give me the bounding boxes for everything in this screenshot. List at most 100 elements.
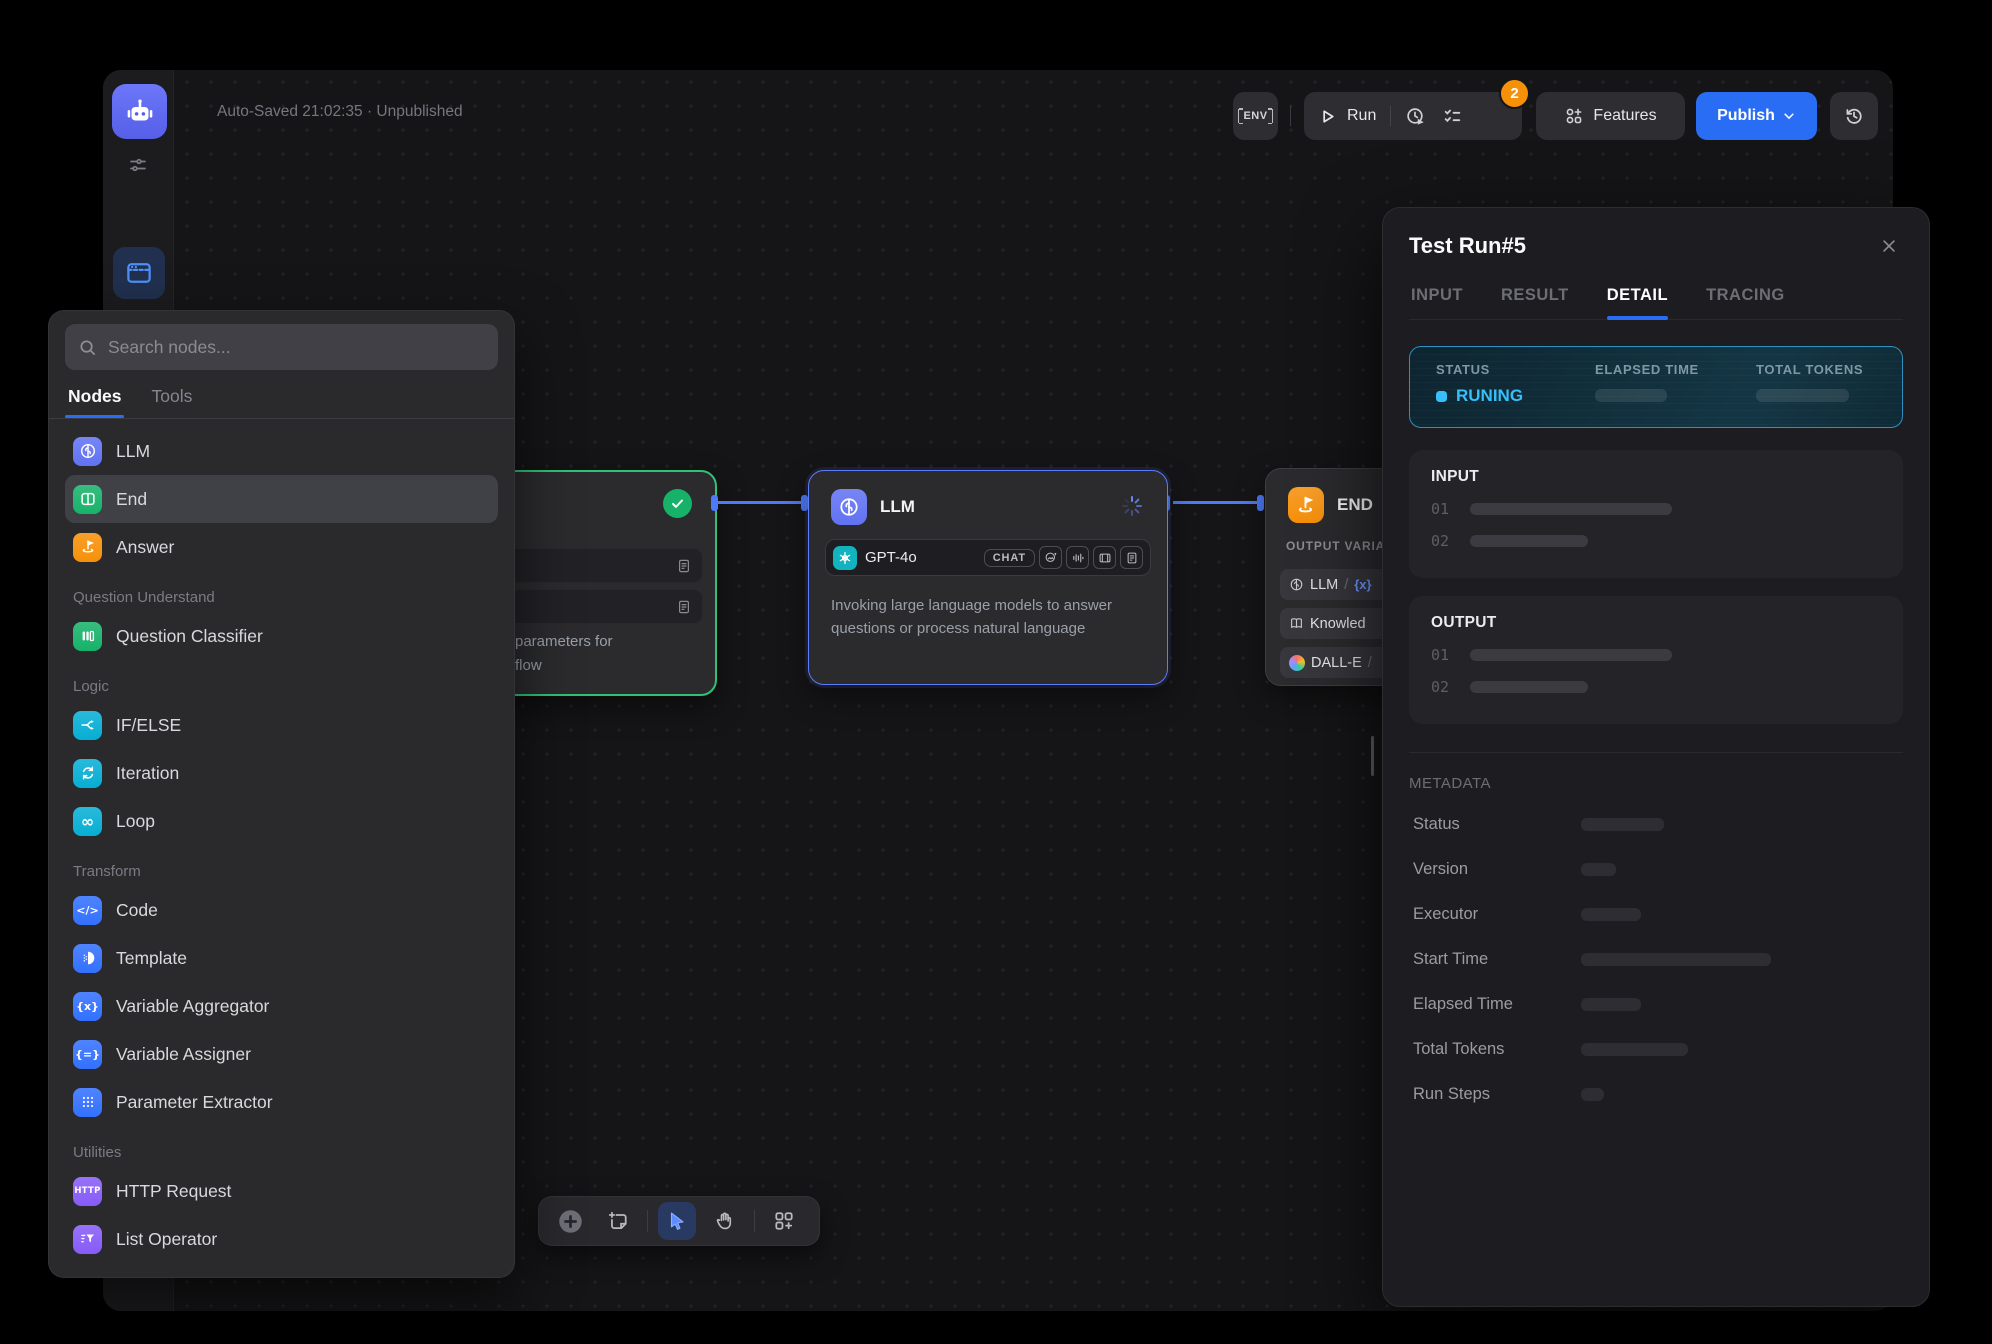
palette-tabs: Nodes Tools (65, 386, 498, 418)
tab-nodes[interactable]: Nodes (68, 386, 121, 418)
run-button-group: Run (1304, 92, 1522, 140)
search-input[interactable] (106, 336, 485, 359)
app-logo[interactable] (112, 84, 167, 139)
panel-resize-handle[interactable] (1371, 736, 1374, 776)
video-capability-icon (1093, 546, 1116, 569)
preferences-icon[interactable] (128, 155, 148, 175)
input-skeleton (1470, 535, 1588, 547)
node-item-variable-assigner[interactable]: {=} Variable Assigner (65, 1030, 498, 1078)
total-tokens-label: TOTAL TOKENS (1756, 362, 1902, 377)
add-note-button[interactable] (599, 1202, 637, 1240)
metadata-row: Version (1413, 847, 1903, 892)
elapsed-time-label: ELAPSED TIME (1595, 362, 1756, 377)
node-item-code[interactable]: </> Code (65, 886, 498, 934)
app-root: Auto-Saved 21:02:35 · Unpublished ENV Ru… (0, 0, 1992, 1344)
run-button[interactable]: Run (1347, 107, 1376, 125)
question-classifier-icon (73, 622, 102, 651)
node-item-iteration[interactable]: Iteration (65, 749, 498, 797)
status-label: STATUS (1436, 362, 1595, 377)
close-icon[interactable] (1875, 232, 1903, 260)
checklist-icon[interactable] (1442, 106, 1463, 127)
edge-llm-to-end (1173, 501, 1263, 504)
metadata-rows: Status Version Executor Start Time Elaps… (1409, 802, 1903, 1117)
pointer-mode-button[interactable] (658, 1202, 696, 1240)
node-item-end[interactable]: End (65, 475, 498, 523)
metadata-skeleton (1581, 1088, 1604, 1101)
model-selector[interactable]: GPT-4o CHAT (825, 539, 1151, 576)
tokens-skeleton (1756, 389, 1849, 402)
input-skeleton (1470, 503, 1672, 515)
knowledge-book-icon (1289, 616, 1304, 631)
metadata-skeleton (1581, 953, 1771, 966)
code-icon: </> (73, 896, 102, 925)
node-item-llm[interactable]: LLM (65, 427, 498, 475)
llm-node-title: LLM (880, 497, 915, 517)
metadata-skeleton (1581, 998, 1641, 1011)
metadata-row: Executor (1413, 892, 1903, 937)
metadata-skeleton (1581, 818, 1664, 831)
vision-capability-icon (1039, 546, 1062, 569)
section-logic: Logic (73, 678, 498, 695)
output-row: 02 (1431, 678, 1881, 696)
metadata-row: Elapsed Time (1413, 982, 1903, 1027)
elapsed-skeleton (1595, 389, 1667, 402)
start-output-handle[interactable] (711, 495, 718, 511)
node-item-parameter-extractor[interactable]: Parameter Extractor (65, 1078, 498, 1126)
chevron-down-icon (1782, 109, 1796, 123)
add-node-button[interactable] (551, 1202, 589, 1240)
section-utilities: Utilities (73, 1144, 498, 1161)
tab-tools[interactable]: Tools (151, 386, 192, 418)
publish-button[interactable]: Publish (1696, 92, 1817, 140)
tab-detail[interactable]: DETAIL (1607, 286, 1668, 319)
variable-aggregator-icon: {x} (73, 992, 102, 1021)
http-request-icon: HTTP (73, 1177, 102, 1206)
organize-nodes-button[interactable] (765, 1202, 803, 1240)
node-item-question-classifier[interactable]: Question Classifier (65, 612, 498, 660)
input-row: 02 (1431, 532, 1881, 550)
tab-result[interactable]: RESULT (1501, 286, 1569, 319)
end-input-handle[interactable] (1257, 495, 1264, 511)
llm-node[interactable]: LLM GPT-4o CHAT (808, 470, 1168, 685)
env-button[interactable]: ENV (1233, 92, 1278, 140)
node-item-if-else[interactable]: IF/ELSE (65, 701, 498, 749)
status-dot-icon (1436, 391, 1447, 402)
version-history-button[interactable] (1830, 92, 1878, 140)
hand-mode-button[interactable] (706, 1202, 744, 1240)
output-variables-label: OUTPUT VARIA (1286, 539, 1385, 553)
tab-input[interactable]: INPUT (1411, 286, 1463, 319)
tab-tracing[interactable]: TRACING (1706, 286, 1785, 319)
openai-icon (833, 546, 857, 570)
chat-mode-badge: CHAT (984, 549, 1035, 567)
node-item-answer[interactable]: Answer (65, 523, 498, 571)
audio-capability-icon (1066, 546, 1089, 569)
window-icon (124, 258, 154, 288)
workflow-tool-button[interactable] (113, 247, 165, 299)
run-panel-title: Test Run#5 (1409, 233, 1526, 259)
success-check-icon (663, 489, 692, 518)
search-icon (78, 338, 97, 357)
output-row: 01 (1431, 646, 1881, 664)
node-item-template[interactable]: Template (65, 934, 498, 982)
metadata-row: Run Steps (1413, 1072, 1903, 1117)
run-history-icon[interactable] (1405, 106, 1426, 127)
metadata-row: Status (1413, 802, 1903, 847)
llm-icon (73, 437, 102, 466)
document-capability-icon (1120, 546, 1143, 569)
section-transform: Transform (73, 863, 498, 880)
llm-input-handle[interactable] (801, 495, 808, 511)
node-item-variable-aggregator[interactable]: {x} Variable Aggregator (65, 982, 498, 1030)
metadata-row: Total Tokens (1413, 1027, 1903, 1072)
metadata-title: METADATA (1409, 775, 1903, 792)
output-skeleton (1470, 649, 1672, 661)
status-value: RUNING (1436, 386, 1595, 406)
features-button[interactable]: Features (1536, 92, 1685, 140)
start-node-description: parameters for flow (515, 630, 705, 678)
node-item-http-request[interactable]: HTTP HTTP Request (65, 1167, 498, 1215)
run-group-divider (1390, 106, 1391, 126)
node-item-list-operator[interactable]: List Operator (65, 1215, 498, 1263)
iteration-icon (73, 759, 102, 788)
dalle-icon (1289, 655, 1305, 671)
node-item-loop[interactable]: ∞ Loop (65, 797, 498, 845)
toolbar-divider (647, 1210, 648, 1232)
end-node-title: END (1337, 495, 1373, 515)
